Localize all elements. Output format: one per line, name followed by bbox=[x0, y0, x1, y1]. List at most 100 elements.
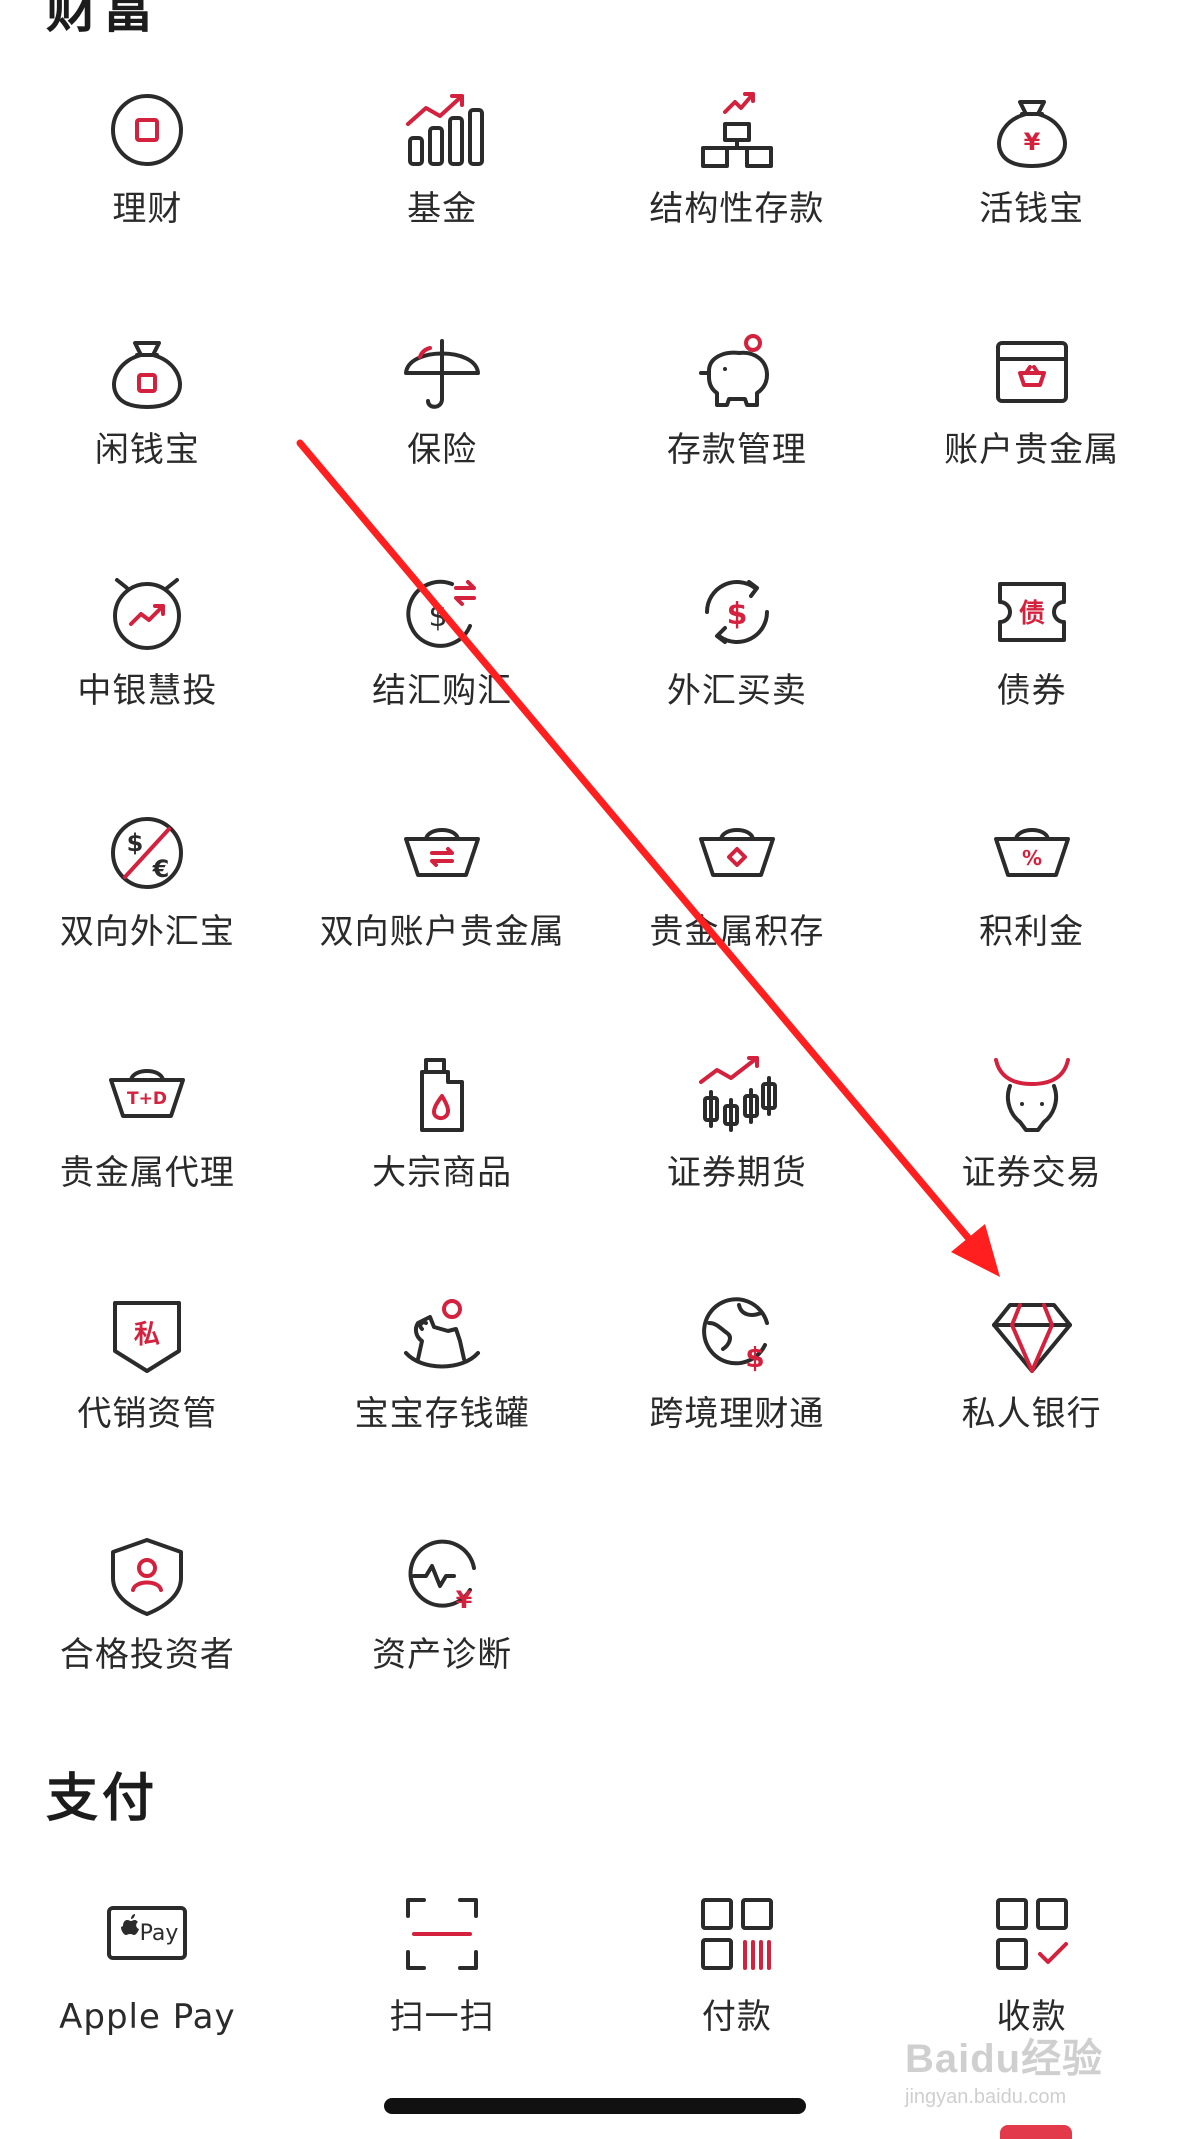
menu-item-label: 基金 bbox=[407, 189, 478, 229]
dollar-euro-icon: $€ bbox=[111, 817, 184, 889]
menu-item-label: 中银慧投 bbox=[77, 671, 218, 711]
menu-item-label: 债券 bbox=[996, 671, 1067, 711]
receive-code-icon bbox=[995, 1898, 1068, 1970]
menu-item-label: 私人银行 bbox=[961, 1394, 1102, 1434]
menu-item-oil-can[interactable]: 大宗商品 bbox=[295, 990, 590, 1231]
menu-item-label: 结构性存款 bbox=[649, 189, 825, 229]
menu-item-label: 贵金属代理 bbox=[59, 1153, 235, 1193]
private-shield-icon: 私 bbox=[113, 1301, 182, 1373]
menu-item-label: 积利金 bbox=[979, 912, 1085, 952]
menu-item-label: 资产诊断 bbox=[372, 1635, 513, 1675]
user-shield-icon bbox=[111, 1538, 184, 1616]
ingot-td-icon: T+D bbox=[109, 1069, 186, 1118]
menu-item-pay-code[interactable]: 付款 bbox=[590, 1826, 885, 2067]
svg-text:T+D: T+D bbox=[127, 1089, 167, 1109]
menu-item-label: 理财 bbox=[112, 189, 183, 229]
menu-item-candlestick[interactable]: 证券期货 bbox=[590, 990, 885, 1231]
svg-text:$: $ bbox=[745, 1341, 764, 1374]
money-bag-icon bbox=[112, 341, 183, 409]
menu-item-ingot-percent[interactable]: % 积利金 bbox=[884, 749, 1179, 990]
menu-item-user-shield[interactable]: 合格投资者 bbox=[0, 1472, 295, 1713]
umbrella-icon bbox=[404, 339, 481, 409]
menu-item-label: 结汇购汇 bbox=[372, 671, 513, 711]
watermark-main: Baidu经验 bbox=[905, 2037, 1104, 2081]
currency-exchange-icon: $ bbox=[406, 579, 477, 648]
menu-item-label: Apple Pay bbox=[59, 1997, 236, 2037]
menu-item-gold-box[interactable]: 账户贵金属 bbox=[884, 267, 1179, 508]
corner-tab-indicator bbox=[1000, 2125, 1072, 2139]
svg-text:¥: ¥ bbox=[456, 1586, 473, 1614]
menu-item-label: 大宗商品 bbox=[372, 1153, 513, 1193]
menu-item-scan[interactable]: 扫一扫 bbox=[295, 1826, 590, 2067]
menu-item-label: 存款管理 bbox=[666, 430, 807, 470]
menu-item-bull[interactable]: 证券交易 bbox=[884, 990, 1179, 1231]
menu-item-forex-trade[interactable]: $ 外汇买卖 bbox=[590, 508, 885, 749]
ingot-percent-icon: % bbox=[993, 828, 1070, 877]
menu-item-ingot-td[interactable]: T+D 贵金属代理 bbox=[0, 990, 295, 1231]
smart-invest-icon bbox=[113, 578, 182, 650]
bond-ticket-icon: 债 bbox=[997, 582, 1066, 642]
menu-item-structured-deposit[interactable]: 结构性存款 bbox=[590, 26, 885, 267]
menu-item-apple-pay[interactable]: Pay Apple Pay bbox=[0, 1826, 295, 2067]
menu-item-bond-ticket[interactable]: 债债券 bbox=[884, 508, 1179, 749]
structured-deposit-icon bbox=[700, 92, 773, 168]
home-indicator[interactable] bbox=[384, 2098, 806, 2114]
svg-text:¥: ¥ bbox=[1023, 128, 1040, 156]
menu-item-label: 扫一扫 bbox=[389, 1997, 495, 2037]
bull-icon bbox=[993, 1058, 1070, 1132]
watermark-sub: jingyan.baidu.com bbox=[905, 2086, 1067, 2108]
wealth-management-icon bbox=[111, 94, 184, 166]
svg-text:债: 债 bbox=[1019, 599, 1045, 629]
menu-item-label: 保险 bbox=[407, 430, 478, 470]
pay-code-icon bbox=[700, 1898, 773, 1970]
menu-item-label: 跨境理财通 bbox=[649, 1394, 825, 1434]
ingot-exchange-icon bbox=[404, 828, 481, 877]
menu-item-wealth-management[interactable]: 理财 bbox=[0, 26, 295, 267]
menu-item-diamond[interactable]: 私人银行 bbox=[884, 1231, 1179, 1472]
menu-item-umbrella[interactable]: 保险 bbox=[295, 267, 590, 508]
ingot-diamond-icon bbox=[698, 828, 775, 877]
menu-item-label: 证券期货 bbox=[666, 1153, 807, 1193]
menu-item-globe-dollar[interactable]: $ 跨境理财通 bbox=[590, 1231, 885, 1472]
menu-item-money-bag[interactable]: 闲钱宝 bbox=[0, 267, 295, 508]
svg-text:私: 私 bbox=[134, 1320, 160, 1350]
menu-item-rocking-horse[interactable]: 宝宝存钱罐 bbox=[295, 1231, 590, 1472]
piggy-bank-icon bbox=[698, 334, 769, 407]
svg-text:$: $ bbox=[127, 829, 144, 857]
svg-text:%: % bbox=[1022, 846, 1042, 870]
menu-item-yen-money-bag[interactable]: ¥ 活钱宝 bbox=[884, 26, 1179, 267]
payment-section-title: 支付 bbox=[46, 1769, 159, 1829]
menu-item-label: 双向账户贵金属 bbox=[319, 912, 565, 952]
apple-pay-badge-text: Pay bbox=[140, 1921, 179, 1946]
menu-item-ingot-exchange[interactable]: 双向账户贵金属 bbox=[295, 749, 590, 990]
menu-item-label: 活钱宝 bbox=[979, 189, 1085, 229]
menu-item-label: 代销资管 bbox=[77, 1394, 218, 1434]
scan-icon bbox=[406, 1898, 479, 1970]
menu-item-dollar-euro[interactable]: $ € 双向外汇宝 bbox=[0, 749, 295, 990]
apple-pay-icon: Pay bbox=[107, 1906, 188, 1960]
menu-item-label: 合格投资者 bbox=[59, 1635, 235, 1675]
menu-item-piggy-bank[interactable]: 存款管理 bbox=[590, 267, 885, 508]
gold-box-icon bbox=[995, 341, 1068, 403]
rocking-horse-icon bbox=[404, 1299, 481, 1369]
menu-item-private-shield[interactable]: 私代销资管 bbox=[0, 1231, 295, 1472]
globe-dollar-icon: $ bbox=[702, 1297, 769, 1374]
menu-item-label: 证券交易 bbox=[961, 1153, 1102, 1193]
menu-item-ingot-diamond[interactable]: 贵金属积存 bbox=[590, 749, 885, 990]
svg-text:€: € bbox=[152, 855, 170, 883]
diamond-icon bbox=[991, 1303, 1072, 1373]
svg-text:$: $ bbox=[429, 599, 448, 634]
menu-item-label: 贵金属积存 bbox=[649, 912, 825, 952]
menu-item-label: 账户贵金属 bbox=[944, 430, 1120, 470]
menu-item-fund-chart[interactable]: 基金 bbox=[295, 26, 590, 267]
yen-money-bag-icon: ¥ bbox=[996, 100, 1067, 168]
oil-can-icon bbox=[420, 1058, 465, 1132]
menu-item-asset-diagnosis[interactable]: ¥ 资产诊断 bbox=[295, 1472, 590, 1713]
menu-item-label: 闲钱宝 bbox=[94, 430, 200, 470]
menu-item-label: 双向外汇宝 bbox=[59, 912, 235, 952]
menu-item-label: 付款 bbox=[701, 1997, 772, 2037]
menu-item-label: 宝宝存钱罐 bbox=[354, 1394, 530, 1434]
forex-trade-icon: $ bbox=[704, 580, 769, 644]
menu-item-currency-exchange[interactable]: $ 结汇购汇 bbox=[295, 508, 590, 749]
menu-item-smart-invest[interactable]: 中银慧投 bbox=[0, 508, 295, 749]
